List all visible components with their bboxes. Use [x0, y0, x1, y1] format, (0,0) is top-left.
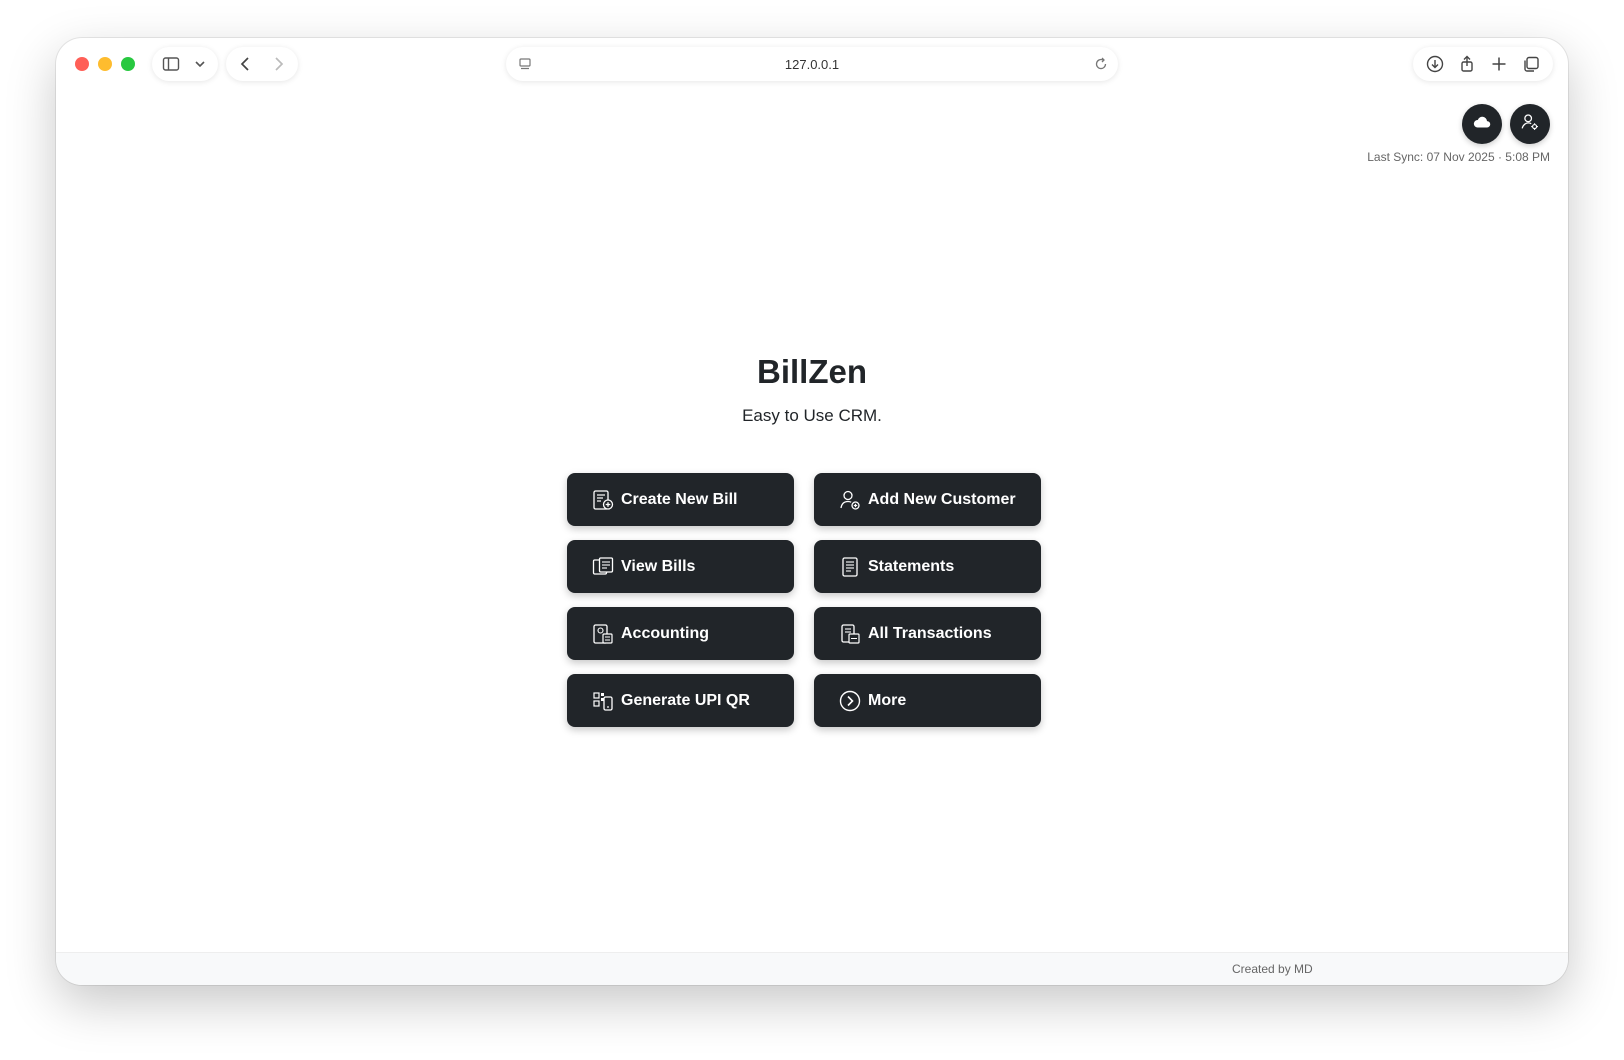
statements-icon: [838, 555, 862, 579]
create-new-bill-button[interactable]: Create New Bill: [567, 473, 794, 526]
page-content: Last Sync: 07 Nov 2025 · 5:08 PM BillZen…: [56, 90, 1568, 953]
close-window-button[interactable]: [75, 57, 89, 71]
chevron-down-icon[interactable]: [189, 53, 211, 75]
all-transactions-button[interactable]: All Transactions: [814, 607, 1041, 660]
sidebar-icon[interactable]: [160, 53, 182, 75]
menu-label: Statements: [868, 557, 955, 575]
chevron-right-circle-icon: [838, 689, 862, 713]
transactions-icon: [838, 622, 862, 646]
header-actions: [1462, 104, 1550, 144]
last-sync-status: Last Sync: 07 Nov 2025 · 5:08 PM: [1367, 150, 1550, 164]
more-button[interactable]: More: [814, 674, 1041, 727]
user-settings-icon: [1519, 111, 1541, 138]
user-settings-button[interactable]: [1510, 104, 1550, 144]
forward-icon[interactable]: [267, 53, 289, 75]
accounting-icon: [591, 622, 615, 646]
address-bar[interactable]: 127.0.0.1: [506, 47, 1118, 81]
menu-label: Create New Bill: [621, 490, 738, 508]
menu-label: All Transactions: [868, 624, 992, 642]
view-bills-button[interactable]: View Bills: [567, 540, 794, 593]
accounting-button[interactable]: Accounting: [567, 607, 794, 660]
page-title: BillZen: [756, 353, 867, 390]
add-customer-icon: [838, 488, 862, 512]
generate-upi-qr-button[interactable]: Generate UPI QR: [567, 674, 794, 727]
menu-label: Generate UPI QR: [621, 691, 750, 709]
cloud-sync-button[interactable]: [1462, 104, 1502, 144]
reload-icon[interactable]: [1092, 55, 1110, 73]
footer-credit: Created by MD: [1232, 962, 1313, 976]
back-icon[interactable]: [235, 53, 257, 75]
plus-icon[interactable]: [1488, 53, 1510, 75]
tabs-icon[interactable]: [1520, 53, 1542, 75]
footer: Created by MD: [56, 952, 1568, 985]
minimize-window-button[interactable]: [98, 57, 112, 71]
page-icon[interactable]: [516, 55, 534, 73]
qr-icon: [591, 689, 615, 713]
menu-label: Accounting: [621, 624, 709, 642]
browser-toolbar: 127.0.0.1: [56, 38, 1568, 90]
add-new-customer-button[interactable]: Add New Customer: [814, 473, 1041, 526]
menu-label: View Bills: [621, 557, 696, 575]
menu-grid: Create New Bill Add New Customer View Bi…: [567, 473, 1041, 727]
share-icon[interactable]: [1456, 53, 1478, 75]
menu-label: Add New Customer: [868, 490, 1016, 508]
url-text[interactable]: 127.0.0.1: [785, 57, 839, 72]
hero: BillZen Easy to Use CRM.: [56, 352, 1568, 428]
statements-button[interactable]: Statements: [814, 540, 1041, 593]
browser-actions-group: [1413, 47, 1553, 81]
navigation-group: [226, 47, 298, 81]
sidebar-toggle-group: [152, 47, 218, 81]
cloud-icon: [1471, 111, 1493, 138]
browser-window: 127.0.0.1 Last Sync: 07 Nov 2025 · 5:08 …: [56, 38, 1568, 985]
view-bills-icon: [591, 555, 615, 579]
create-bill-icon: [591, 488, 615, 512]
page-subtitle: Easy to Use CRM.: [742, 406, 882, 425]
download-icon[interactable]: [1424, 53, 1446, 75]
menu-label: More: [868, 691, 907, 709]
maximize-window-button[interactable]: [121, 57, 135, 71]
